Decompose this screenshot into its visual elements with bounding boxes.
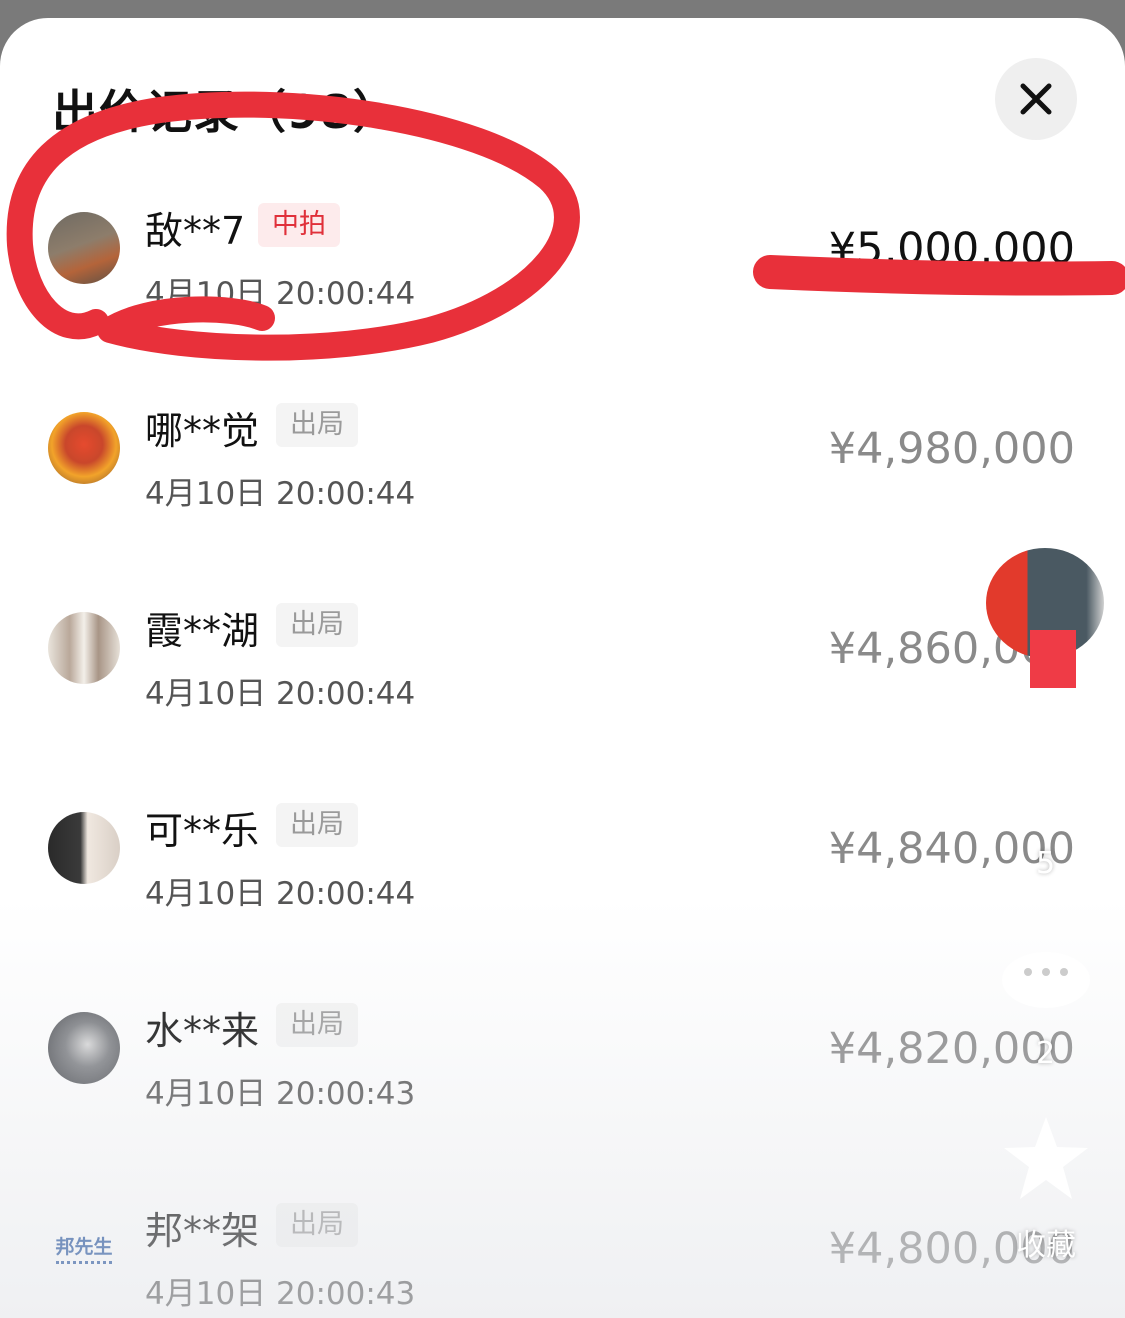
bid-time: 4月10日 20:00:44 [145,876,416,912]
bid-price: ¥5,000,000 [828,224,1075,274]
bid-row[interactable]: 哪**觉 出局 4月10日 20:00:44 ¥4,980,000 [0,378,1125,578]
bid-row[interactable]: 霞**湖 出局 4月10日 20:00:44 ¥4,860,000 [0,578,1125,778]
favorite-label: 收藏 [1016,1228,1076,1263]
avatar[interactable] [48,612,120,684]
comment-icon[interactable] [1000,950,1092,1020]
bidder-name: 敌**7 [145,209,246,253]
status-badge-out: 出局 [276,803,358,847]
avatar[interactable] [48,212,120,284]
bidder-name: 邦**架 [145,1209,260,1253]
bid-time: 4月10日 20:00:44 [145,276,416,312]
close-icon [1020,83,1052,115]
avatar[interactable]: 邦先生 [48,1212,120,1284]
status-badge-out: 出局 [276,1003,358,1047]
status-badge-won: 中拍 [258,203,340,247]
bidder-name: 可**乐 [145,809,260,853]
bid-row[interactable]: 邦先生 邦**架 出局 4月10日 20:00:43 ¥4,800,000 [0,1178,1125,1318]
star-icon[interactable] [1002,1115,1090,1201]
status-badge-out: 出局 [276,403,358,447]
avatar[interactable] [48,1012,120,1084]
bid-time: 4月10日 20:00:43 [145,1276,416,1312]
bid-row[interactable]: 敌**7 中拍 4月10日 20:00:44 ¥5,000,000 [0,178,1125,378]
avatar[interactable] [48,412,120,484]
like-count: 5 [1036,846,1056,881]
status-badge-out: 出局 [276,603,358,647]
heart-icon[interactable] [1000,730,1092,820]
avatar-brand-underline [56,1261,112,1264]
bid-time: 4月10日 20:00:43 [145,1076,416,1112]
status-badge-out: 出局 [276,1203,358,1247]
bidder-name: 霞**湖 [145,609,260,653]
bidder-name: 水**来 [145,1009,260,1053]
comment-count: 2 [1036,1036,1056,1071]
follow-plus-icon[interactable] [1030,630,1076,688]
bid-row[interactable]: 可**乐 出局 4月10日 20:00:44 ¥4,840,000 [0,778,1125,978]
bid-history-sheet: 出价记录（98） 敌**7 中拍 4月10日 20:00:44 ¥5,000,0… [0,18,1125,1318]
avatar[interactable] [48,812,120,884]
bidder-name: 哪**觉 [145,409,260,453]
avatar-brand-text: 邦先生 [55,1236,113,1258]
bid-price: ¥4,980,000 [828,424,1075,474]
bid-time: 4月10日 20:00:44 [145,676,416,712]
bid-row[interactable]: 水**来 出局 4月10日 20:00:43 ¥4,820,000 [0,978,1125,1178]
bid-time: 4月10日 20:00:44 [145,476,416,512]
close-button[interactable] [995,58,1077,140]
sheet-title: 出价记录（98） [52,85,401,139]
